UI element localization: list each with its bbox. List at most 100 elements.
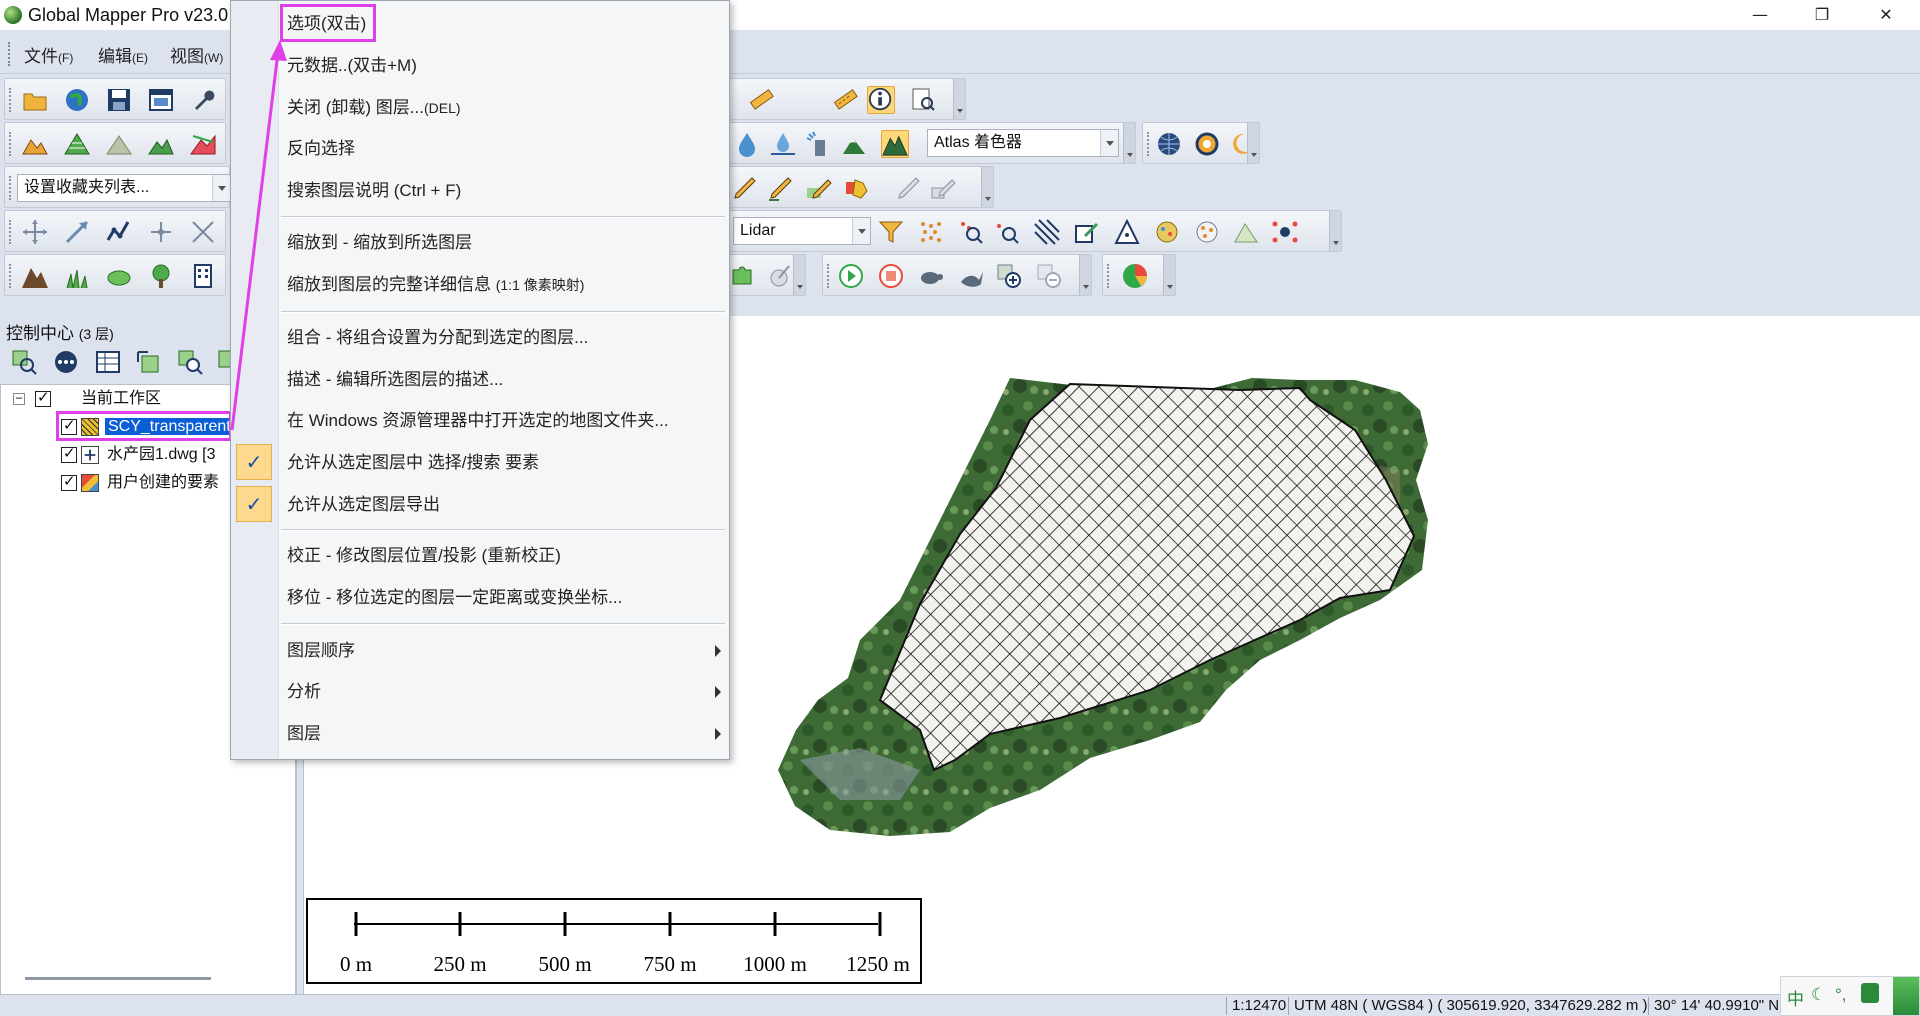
- horizontal-scrollbar[interactable]: [25, 977, 211, 980]
- ime-grip-icon[interactable]: [1893, 977, 1919, 1015]
- edit-points-icon[interactable]: [1073, 218, 1101, 246]
- pencil-area-icon[interactable]: [805, 174, 833, 202]
- scale-label: 0 m: [339, 952, 373, 976]
- shapes-icon[interactable]: [843, 174, 871, 202]
- close-button[interactable]: ✕: [1856, 0, 1916, 30]
- search-doc-icon[interactable]: [909, 86, 937, 114]
- menu-separator: [281, 529, 725, 531]
- lidar-toolbar: Lidar: [728, 210, 1342, 252]
- toolbar-overflow[interactable]: [1079, 255, 1091, 295]
- chevron-down-icon[interactable]: [852, 218, 870, 244]
- menu-layers[interactable]: 图层: [287, 722, 321, 746]
- shader-tool[interactable]: [881, 130, 909, 158]
- annotation-arrow: [230, 40, 287, 431]
- gear-icon[interactable]: [1193, 130, 1221, 158]
- network-icon[interactable]: [1271, 218, 1299, 246]
- menu-layer-order[interactable]: 图层顺序: [287, 639, 355, 663]
- menu-shift[interactable]: 移位 - 移位选定的图层一定距离或变换坐标...: [287, 586, 622, 610]
- lidar-select-value: Lidar: [740, 222, 776, 239]
- triangle-icon[interactable]: [1113, 218, 1141, 246]
- chevron-right-icon: [715, 686, 721, 698]
- scale-label: 1250 m: [846, 952, 910, 976]
- menu-analysis[interactable]: 分析: [287, 680, 321, 704]
- menu-separator: [281, 623, 725, 625]
- toolbar-overflow[interactable]: [1247, 123, 1259, 163]
- edit-shape-toolbar: [728, 254, 806, 296]
- toolbar-overflow[interactable]: [1329, 211, 1341, 251]
- ruler-icon[interactable]: [831, 86, 859, 114]
- point-cloud-icon[interactable]: [917, 218, 945, 246]
- rabbit-icon[interactable]: [957, 262, 985, 290]
- toolbar-grip[interactable]: [1147, 132, 1149, 156]
- edit-area-gray-icon[interactable]: [929, 174, 957, 202]
- chevron-right-icon: [715, 645, 721, 657]
- chart-toolbar: [1102, 254, 1176, 296]
- scale-bar: 0 m 250 m 500 m 750 m 1000 m 1250 m: [306, 898, 922, 984]
- zoom-out-layer-icon[interactable]: [1035, 262, 1063, 290]
- pencil-line-icon[interactable]: [767, 174, 795, 202]
- shader-toolbar: Atlas 着色器: [728, 122, 1136, 164]
- info-icon: [868, 87, 892, 111]
- menu-allow-export[interactable]: 允许从选定图层导出: [287, 493, 440, 517]
- filter-icon[interactable]: [877, 218, 905, 246]
- status-separator: [1288, 997, 1289, 1015]
- peak-icon[interactable]: [841, 130, 869, 158]
- water-level-icon[interactable]: [769, 130, 797, 158]
- scale-label: 1000 m: [743, 952, 807, 976]
- restore-button[interactable]: ❐: [1792, 0, 1852, 30]
- moon-icon[interactable]: ☾: [1811, 985, 1826, 1005]
- puzzle-icon[interactable]: [729, 262, 757, 290]
- feature-info-tool[interactable]: [867, 86, 895, 114]
- play-icon[interactable]: [837, 262, 865, 290]
- lidar-select[interactable]: Lidar: [733, 217, 871, 245]
- animation-toolbar: [822, 254, 1092, 296]
- edit-gray-icon[interactable]: [895, 174, 923, 202]
- toolbar-overflow[interactable]: [793, 255, 805, 295]
- tools-toolbar: [728, 78, 966, 120]
- punctuation-icon[interactable]: °,: [1835, 985, 1847, 1005]
- ime-toolbar[interactable]: 中 ☾ °,: [1780, 976, 1920, 1016]
- point-zoom-icon[interactable]: [993, 218, 1021, 246]
- spray-icon[interactable]: [805, 130, 833, 158]
- scale-label: 500 m: [538, 952, 592, 976]
- point-search-icon[interactable]: [957, 218, 985, 246]
- layer-item-user[interactable]: 用户创建的要素: [107, 471, 231, 495]
- toolbar-overflow[interactable]: [1123, 123, 1135, 163]
- toolbar-overflow[interactable]: [1163, 255, 1175, 295]
- toolbar-overflow[interactable]: [981, 167, 993, 207]
- globe-grid-icon[interactable]: [1155, 130, 1183, 158]
- hatch-icon[interactable]: [1033, 218, 1061, 246]
- water-drop-icon[interactable]: [733, 130, 761, 158]
- toolbar-overflow[interactable]: [953, 79, 965, 119]
- view-3d-toolbar: [1142, 122, 1260, 164]
- shader-select-value: Atlas 着色器: [934, 134, 1023, 151]
- chevron-down-icon[interactable]: [1100, 130, 1118, 156]
- mountain-icon: [882, 135, 908, 156]
- zoom-in-layer-icon[interactable]: [995, 262, 1023, 290]
- menu-rectify[interactable]: 校正 - 修改图层位置/投影 (重新校正): [287, 544, 561, 568]
- status-separator: [1226, 997, 1227, 1015]
- classify-icon[interactable]: [1153, 218, 1181, 246]
- pie-chart-icon[interactable]: [1121, 262, 1149, 290]
- status-scale: 1:12470: [1232, 997, 1287, 1014]
- terrain-outline-icon[interactable]: [1233, 218, 1261, 246]
- skin-icon[interactable]: [1861, 983, 1879, 1003]
- menu-allow-select-search[interactable]: 允许从选定图层中 选择/搜索 要素: [287, 451, 539, 475]
- layer-checkbox[interactable]: [61, 472, 77, 491]
- toolbar-grip[interactable]: [1107, 264, 1109, 288]
- minimize-button[interactable]: —: [1730, 0, 1790, 30]
- digitizer-toolbar: [728, 166, 994, 208]
- scale-label: 250 m: [433, 952, 487, 976]
- scale-bar-ruler: [354, 912, 882, 936]
- turtle-icon[interactable]: [917, 262, 945, 290]
- paint-icon[interactable]: [765, 262, 793, 290]
- stop-icon[interactable]: [877, 262, 905, 290]
- status-separator: [1648, 997, 1649, 1015]
- status-projection: UTM 48N ( WGS84 ) ( 305619.920, 3347629.…: [1294, 997, 1648, 1014]
- ime-chinese-mode[interactable]: 中: [1787, 985, 1804, 1010]
- user-features-icon: [81, 474, 99, 492]
- toolbar-grip[interactable]: [827, 264, 829, 288]
- pencil-icon[interactable]: [731, 174, 759, 202]
- cluster-icon[interactable]: [1193, 218, 1221, 246]
- shader-select[interactable]: Atlas 着色器: [927, 129, 1119, 157]
